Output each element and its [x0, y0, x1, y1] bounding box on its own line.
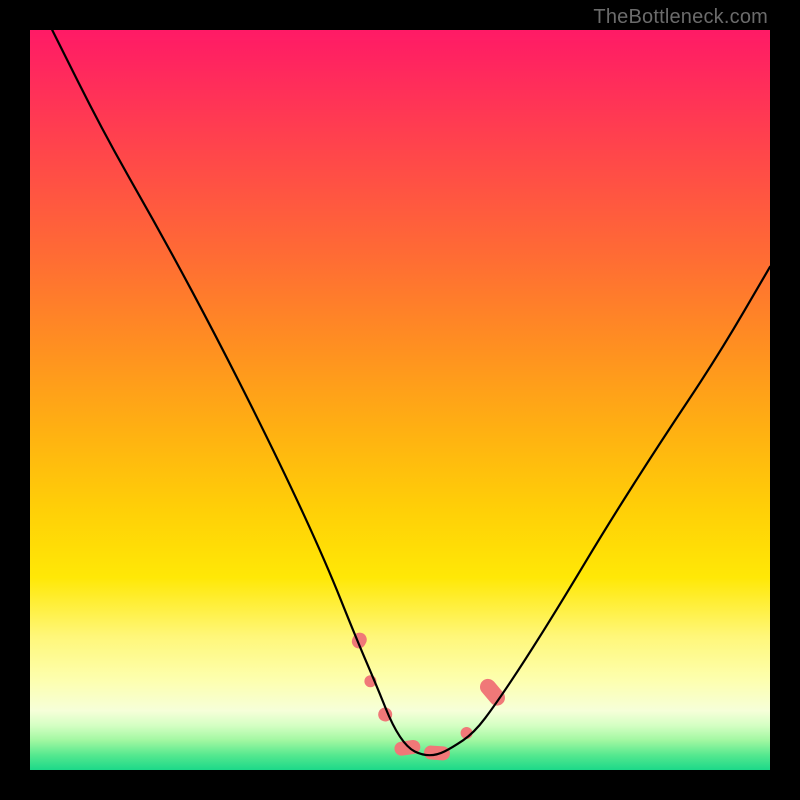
- bead-markers: [349, 630, 508, 761]
- outer-frame: TheBottleneck.com: [0, 0, 800, 800]
- chart-svg: [30, 30, 770, 770]
- attribution-text: TheBottleneck.com: [593, 6, 768, 29]
- marker-capsule: [424, 745, 451, 761]
- plot-area: [30, 30, 770, 770]
- bottleneck-curve: [52, 30, 770, 755]
- marker-capsule: [394, 739, 422, 756]
